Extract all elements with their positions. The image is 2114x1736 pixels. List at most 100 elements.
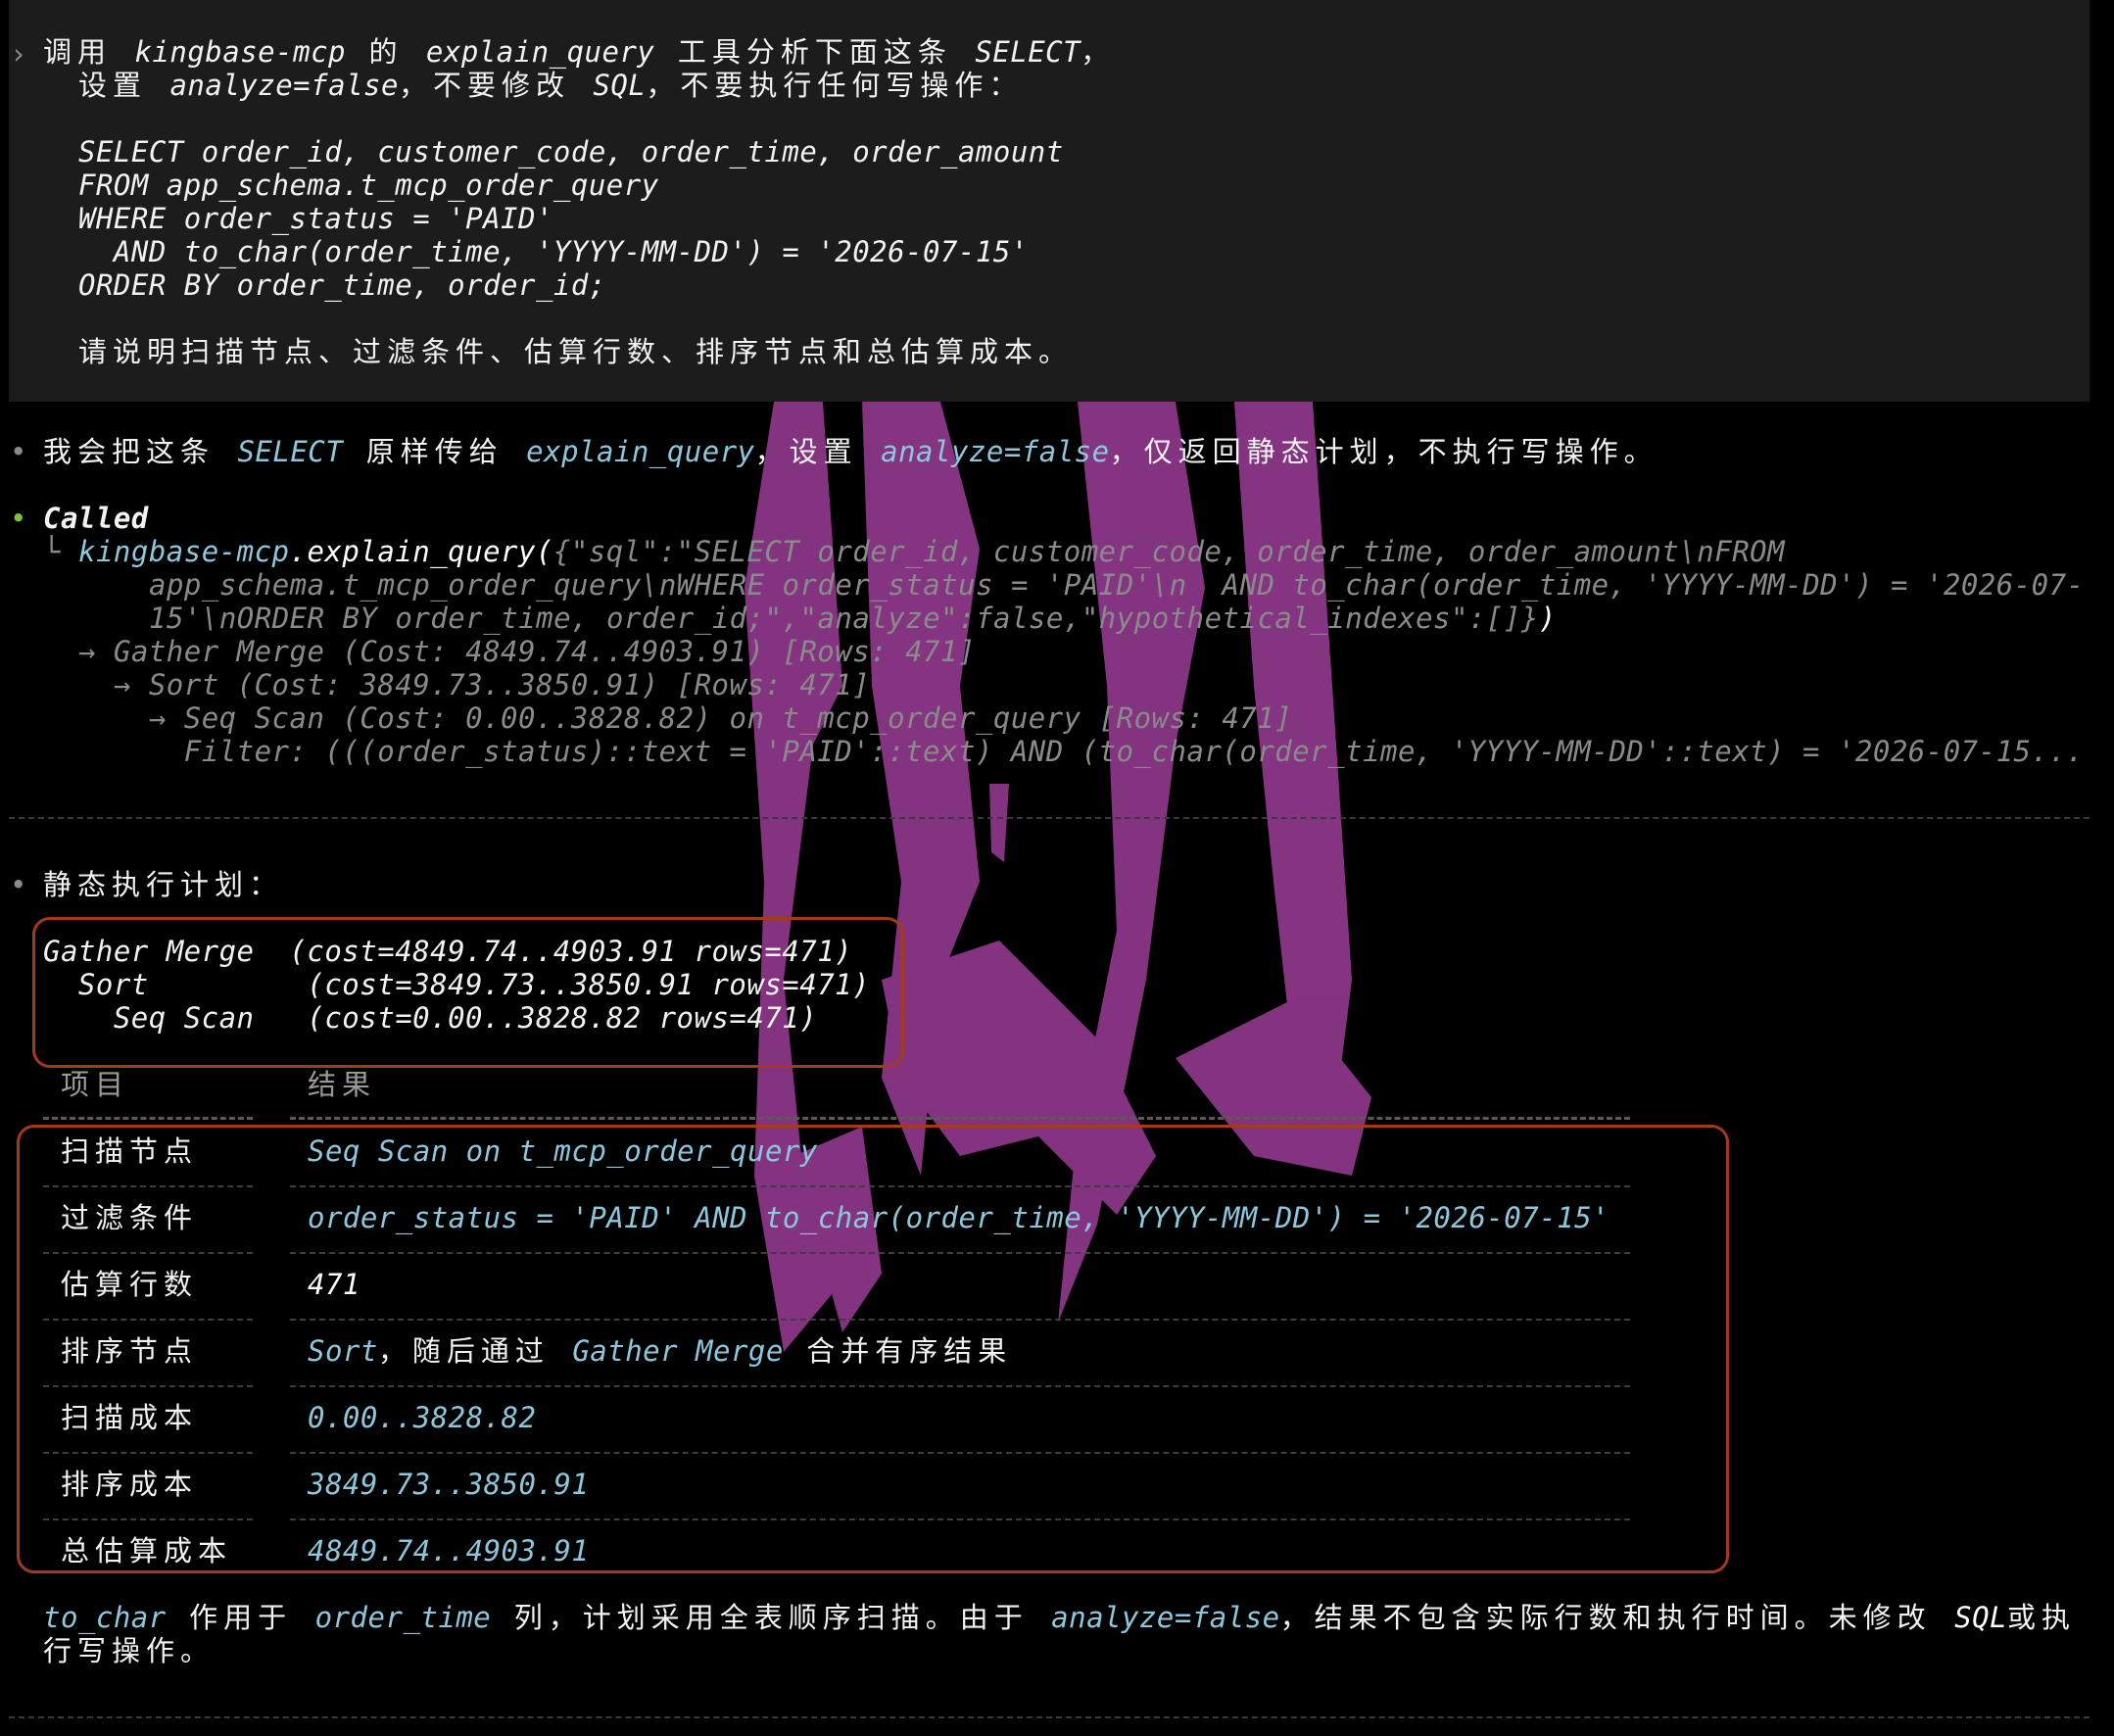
table-value-segment: 0.00..3828.82 <box>308 1401 537 1434</box>
intro-text-segment: 原样传给 <box>343 435 527 468</box>
tool-args-2: app_schema.t_mcp_order_query\nWHERE orde… <box>149 568 2085 602</box>
row-divider <box>290 1319 1630 1321</box>
table-cell-label: 总估算成本 <box>61 1534 233 1567</box>
table-value-segment: order_status = 'PAID' AND to_char(order_… <box>308 1201 1610 1234</box>
prompt-text-segment: explain_query <box>425 35 655 69</box>
tool-open-paren: ( <box>535 535 553 568</box>
table-value-segment: Sort <box>308 1334 378 1368</box>
prompt-text-segment: ，不要执行任何写操作： <box>646 69 1024 102</box>
summary-text-segment: 作用于 <box>166 1601 315 1634</box>
tool-server: kingbase-mcp <box>78 535 290 568</box>
prompt-chevron-icon: › <box>10 37 27 71</box>
prompt-text-segment: 的 <box>345 35 426 69</box>
prompt-text-segment: 调用 <box>43 35 135 69</box>
table-cell-value: Seq Scan on t_mcp_order_query <box>308 1134 818 1168</box>
table-cell-value: 471 <box>308 1268 360 1301</box>
intro-text-segment: ，仅返回静态计划，不执行写操作。 <box>1109 435 1658 468</box>
table-cell-label: 扫描成本 <box>61 1401 199 1434</box>
prompt-text-segment: SELECT <box>975 35 1081 69</box>
table-header-item: 项目 <box>61 1068 130 1101</box>
summary-line-1: to_char 作用于 order_time 列，计划采用全表顺序扫描。由于 a… <box>43 1601 2076 1634</box>
table-cell-label: 排序节点 <box>61 1334 199 1368</box>
row-divider <box>290 1252 1630 1254</box>
table-value-segment: 4849.74..4903.91 <box>308 1534 590 1567</box>
table-value-segment: Gather Merge <box>572 1334 784 1368</box>
header-underline <box>290 1117 1630 1120</box>
table-value-segment: Seq Scan on t_mcp_order_query <box>308 1134 818 1168</box>
intro-text-segment: 我会把这条 <box>43 435 238 468</box>
row-divider <box>43 1319 253 1321</box>
tool-status: Called <box>43 502 149 535</box>
assistant-intro: 我会把这条 SELECT 原样传给 explain_query，设置 analy… <box>43 435 1658 468</box>
summary-text-segment: analyze=false <box>1051 1601 1280 1634</box>
plan-result-line: → Gather Merge (Cost: 4849.74..4903.91) … <box>78 635 976 668</box>
row-divider <box>290 1519 1630 1520</box>
plan-result-line: → Sort (Cost: 3849.73..3850.91) [Rows: 4… <box>78 668 871 701</box>
tree-branch-icon: └ <box>43 535 61 568</box>
sql-line-3: WHERE order_status = 'PAID' <box>78 202 553 235</box>
plan-line-1: Gather Merge (cost=4849.74..4903.91 rows… <box>43 935 853 968</box>
prompt-line-1: 调用 kingbase-mcp 的 explain_query 工具分析下面这条… <box>43 35 1115 69</box>
plan-line-3: Seq Scan (cost=0.00..3828.82 rows=471) <box>43 1001 818 1035</box>
summary-text-segment: SQL <box>1954 1601 2008 1634</box>
row-divider <box>43 1519 253 1520</box>
sql-line-4: AND to_char(order_time, 'YYYY-MM-DD') = … <box>78 235 1029 268</box>
bullet-dot-icon: • <box>10 868 27 901</box>
row-divider <box>43 1185 253 1187</box>
row-divider <box>290 1452 1630 1454</box>
table-cell-value: 4849.74..4903.91 <box>308 1534 589 1567</box>
tool-call-line-1: kingbase-mcp.explain_query({"sql":"SELEC… <box>78 535 1785 568</box>
summary-text-segment: 或执 <box>2007 1601 2077 1634</box>
tool-args-3: 15'\nORDER BY order_time, order_id;","an… <box>149 602 1539 635</box>
tool-close-paren: ) <box>1538 602 1557 635</box>
summary-line-2: 行写操作。 <box>43 1634 216 1667</box>
table-cell-label: 过滤条件 <box>61 1201 199 1234</box>
prompt-request: 请说明扫描节点、过滤条件、估算行数、排序节点和总估算成本。 <box>78 335 1074 368</box>
table-cell-value: order_status = 'PAID' AND to_char(order_… <box>308 1201 1610 1234</box>
table-cell-value: 0.00..3828.82 <box>308 1401 536 1434</box>
divider <box>9 817 2090 819</box>
intro-text-segment: SELECT <box>237 435 344 468</box>
table-value-segment: 合并有序结果 <box>783 1334 1013 1368</box>
row-divider <box>290 1385 1630 1387</box>
plan-heading: 静态执行计划： <box>43 868 284 901</box>
prompt-text-segment: SQL <box>593 69 647 102</box>
sql-line-1: SELECT order_id, customer_code, order_ti… <box>78 135 1064 169</box>
table-header-result: 结果 <box>308 1068 377 1101</box>
table-value-segment: 3849.73..3850.91 <box>308 1468 590 1501</box>
table-cell-value: 3849.73..3850.91 <box>308 1468 589 1501</box>
plan-result-line: Filter: (((order_status)::text = 'PAID':… <box>78 735 2085 768</box>
divider <box>9 1716 2090 1718</box>
intro-text-segment: analyze=false <box>881 435 1110 468</box>
table-value-segment: ，随后通过 <box>377 1334 573 1368</box>
prompt-text-segment: analyze=false <box>169 69 399 102</box>
intro-text-segment: ，设置 <box>754 435 882 468</box>
tool-method: .explain_query <box>289 535 536 568</box>
table-cell-value: Sort，随后通过 Gather Merge 合并有序结果 <box>308 1334 1012 1368</box>
table-cell-label: 估算行数 <box>61 1268 199 1301</box>
summary-text-segment: order_time <box>314 1601 492 1634</box>
status-dot-icon: • <box>10 502 27 535</box>
intro-text-segment: explain_query <box>526 435 755 468</box>
prompt-text-segment: ，不要修改 <box>398 69 594 102</box>
bullet-dot-icon: • <box>10 435 27 468</box>
summary-text-segment: ，结果不包含实际行数和执行时间。未修改 <box>1279 1601 1955 1634</box>
summary-text-segment: 列，计划采用全表顺序扫描。由于 <box>491 1601 1052 1634</box>
prompt-text-segment: 工具分析下面这条 <box>654 35 976 69</box>
row-divider <box>43 1252 253 1254</box>
row-divider <box>290 1185 1630 1187</box>
table-cell-label: 扫描节点 <box>61 1134 199 1168</box>
prompt-text-segment: ， <box>1081 35 1116 69</box>
plan-result-line: → Seq Scan (Cost: 0.00..3828.82) on t_mc… <box>78 701 1293 735</box>
prompt-line-2: 设置 analyze=false，不要修改 SQL，不要执行任何写操作： <box>78 69 1023 102</box>
row-divider <box>43 1452 253 1454</box>
sql-line-5: ORDER BY order_time, order_id; <box>78 268 606 302</box>
tool-args-1: {"sql":"SELECT order_id, customer_code, … <box>553 535 1786 568</box>
prompt-text-segment: kingbase-mcp <box>134 35 346 69</box>
prompt-text-segment: 设置 <box>78 69 170 102</box>
row-divider <box>43 1385 253 1387</box>
summary-text-segment: to_char <box>43 1601 167 1634</box>
sql-line-2: FROM app_schema.t_mcp_order_query <box>78 169 659 202</box>
plan-line-2: Sort (cost=3849.73..3850.91 rows=471) <box>43 968 871 1001</box>
header-underline <box>43 1117 253 1120</box>
